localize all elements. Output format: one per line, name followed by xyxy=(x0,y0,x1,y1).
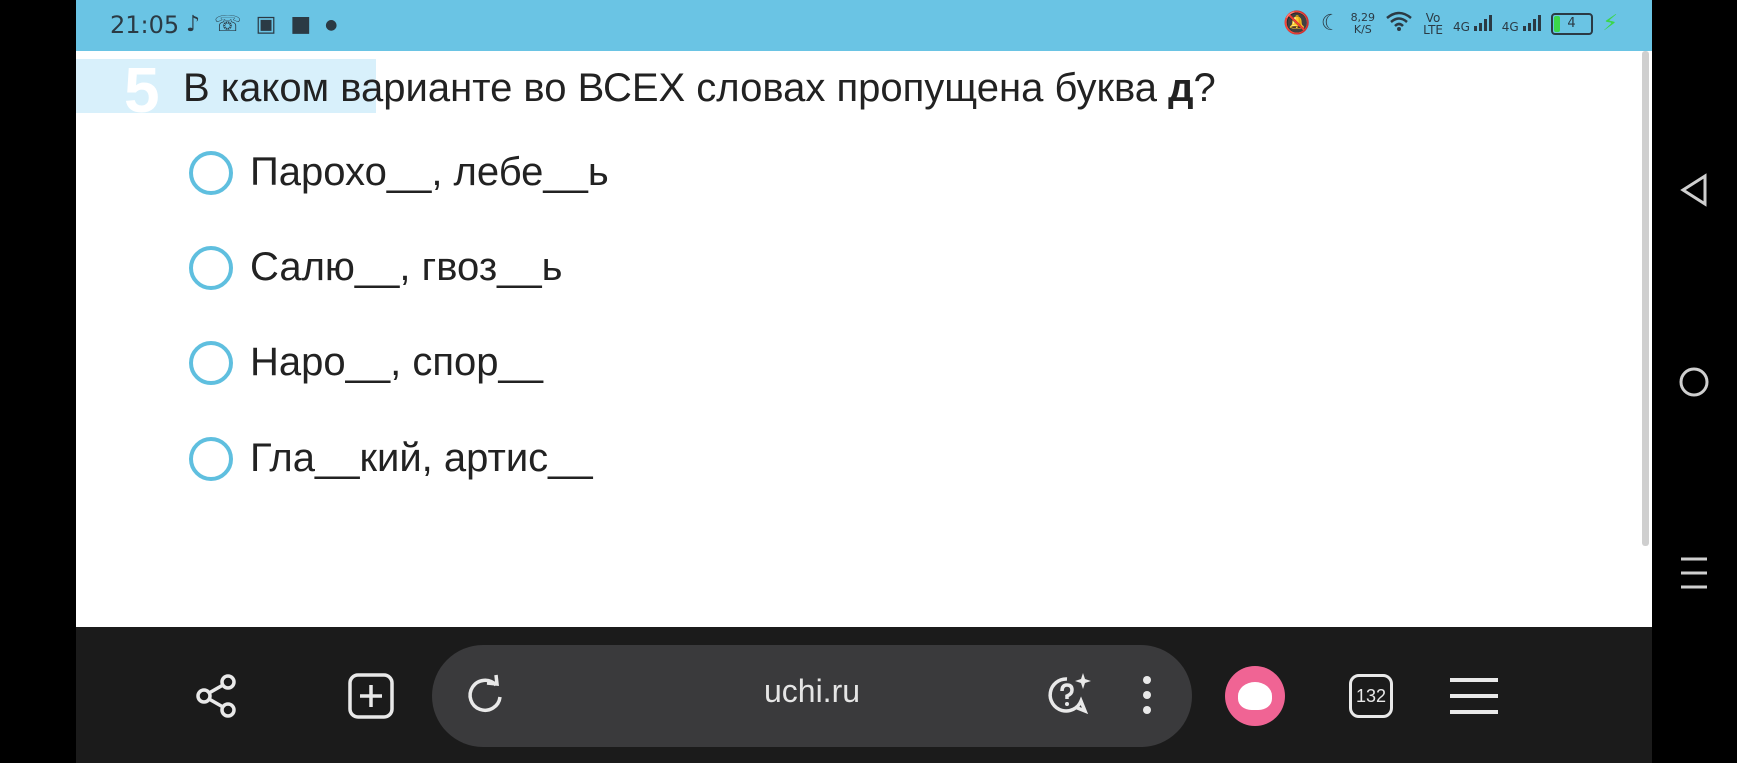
back-triangle-icon xyxy=(1680,173,1707,207)
alice-icon xyxy=(1238,682,1272,710)
new-tab-button[interactable] xyxy=(346,671,396,721)
hamburger-icon xyxy=(1450,678,1498,714)
alice-assistant-button[interactable] xyxy=(1225,666,1285,726)
notification-icons: ♪ ☏ ▣ ■ ● xyxy=(186,12,337,38)
radio-button[interactable] xyxy=(189,340,233,385)
signal-icon xyxy=(1473,14,1492,31)
recents-button[interactable] xyxy=(1674,553,1714,593)
sim1-signal: 4G xyxy=(1453,14,1492,33)
system-status-icons: 🔕 ☾ 8,29 K/S Vo LTE 4G 4G 4 ⚡ xyxy=(1283,10,1618,37)
charging-icon: ⚡ xyxy=(1602,11,1618,36)
status-time: 21:05 xyxy=(110,11,180,39)
volte-indicator: Vo LTE xyxy=(1423,10,1444,37)
app-square-icon: ■ xyxy=(290,12,312,37)
answer-label: Салю__, гвоз__ь xyxy=(250,245,563,289)
tiktok-icon: ♪ xyxy=(186,12,201,37)
radio-button[interactable] xyxy=(189,436,233,481)
question-number: 5 xyxy=(124,54,160,126)
dot-icon: ● xyxy=(325,17,338,33)
home-button[interactable] xyxy=(1674,362,1714,402)
question-sparkle-icon xyxy=(1048,673,1091,715)
browser-toolbar: uchi.ru 132 xyxy=(76,627,1652,763)
menu-lines-icon xyxy=(1681,557,1707,589)
system-navigation xyxy=(1652,0,1737,763)
share-icon xyxy=(196,674,236,718)
wifi-icon xyxy=(1385,10,1413,37)
share-button[interactable] xyxy=(191,671,241,721)
battery-icon: 4 xyxy=(1550,12,1593,35)
page-content: 5 В каком варианте во ВСЕХ словах пропущ… xyxy=(76,51,1652,627)
answer-option[interactable]: Парохо__, лебе__ь xyxy=(189,150,609,195)
ai-assistant-button[interactable] xyxy=(1044,670,1094,720)
question-text: В каком варианте во ВСЕХ словах пропущен… xyxy=(183,66,1216,110)
signal-icon xyxy=(1522,14,1541,31)
answer-option[interactable]: Наро__, спор__ xyxy=(189,340,543,385)
home-circle-icon xyxy=(1679,367,1709,397)
more-vertical-icon xyxy=(1143,676,1151,714)
radio-button[interactable] xyxy=(189,245,233,290)
moon-icon: ☾ xyxy=(1320,10,1341,36)
status-bar: 21:05 ♪ ☏ ▣ ■ ● 🔕 ☾ 8,29 K/S Vo LTE 4G 4… xyxy=(76,0,1652,51)
answer-option[interactable]: Гла__кий, артис__ xyxy=(189,436,593,481)
back-button[interactable] xyxy=(1674,170,1714,210)
network-speed: 8,29 K/S xyxy=(1350,10,1376,36)
radio-button[interactable] xyxy=(189,150,233,195)
phone-screen: 21:05 ♪ ☏ ▣ ■ ● 🔕 ☾ 8,29 K/S Vo LTE 4G 4… xyxy=(76,0,1652,763)
bell-off-icon: 🔕 xyxy=(1283,10,1311,36)
address-bar[interactable]: uchi.ru xyxy=(432,645,1192,747)
office-icon: ▣ xyxy=(255,12,277,37)
question-bold-letter: д xyxy=(1168,66,1194,110)
plus-square-icon xyxy=(348,673,394,719)
answer-label: Гла__кий, артис__ xyxy=(250,436,593,480)
answer-option[interactable]: Салю__, гвоз__ь xyxy=(189,245,563,290)
page-scrollbar[interactable] xyxy=(1642,51,1649,546)
page-menu-button[interactable] xyxy=(1132,670,1162,720)
answer-label: Наро__, спор__ xyxy=(250,340,543,384)
browser-menu-button[interactable] xyxy=(1448,671,1500,721)
missed-call-icon: ☏ xyxy=(214,12,242,37)
tabs-button[interactable]: 132 xyxy=(1349,674,1393,718)
answer-label: Парохо__, лебе__ь xyxy=(250,150,609,194)
sim2-signal: 4G xyxy=(1502,14,1541,33)
